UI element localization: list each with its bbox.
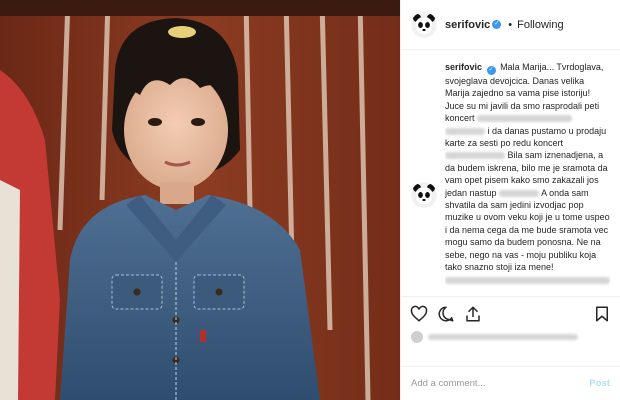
liked-by-row (411, 330, 611, 344)
child-in-denim-jacket-photo (0, 0, 400, 400)
blurred-text (445, 276, 610, 284)
post-comment-button[interactable]: Post (589, 378, 610, 389)
caption-area: serifovic ✓ Mala Marija... Tvrdoglava, s… (401, 50, 620, 290)
bookmark-icon[interactable] (593, 305, 611, 323)
following-button[interactable]: Following (517, 19, 563, 31)
share-upload-icon[interactable] (464, 305, 482, 323)
comment-input[interactable] (411, 378, 590, 389)
blurred-text (499, 189, 540, 197)
blurred-likes-text (428, 334, 578, 340)
header-username[interactable]: serifovic (445, 19, 490, 31)
verified-badge-icon: ✓ (486, 66, 496, 75)
post-photo[interactable] (0, 0, 400, 400)
verified-badge-icon: ✓ (492, 20, 502, 29)
action-bar (401, 296, 620, 330)
post-header: serifovic ✓ • Following (401, 0, 620, 50)
panda-avatar-icon[interactable] (411, 11, 437, 38)
blurred-text (445, 127, 485, 135)
panda-avatar-icon[interactable] (411, 182, 437, 208)
comment-bubble-icon[interactable] (437, 305, 455, 323)
caption-part-4: A onda sam shvatila da sam jedini izvodj… (445, 187, 610, 273)
blurred-text (477, 115, 573, 123)
add-comment-bar: Post (401, 366, 620, 400)
caption-username[interactable]: serifovic (445, 62, 482, 72)
caption-text: serifovic ✓ Mala Marija... Tvrdoglava, s… (445, 61, 610, 291)
blurred-text (445, 152, 505, 160)
header-separator: • (508, 18, 513, 31)
liker-avatar[interactable] (411, 331, 423, 343)
instagram-post-window: serifovic ✓ • Following serifovic ✓ Mala… (0, 0, 620, 400)
post-side-panel: serifovic ✓ • Following serifovic ✓ Mala… (400, 0, 620, 400)
heart-icon[interactable] (410, 305, 428, 323)
